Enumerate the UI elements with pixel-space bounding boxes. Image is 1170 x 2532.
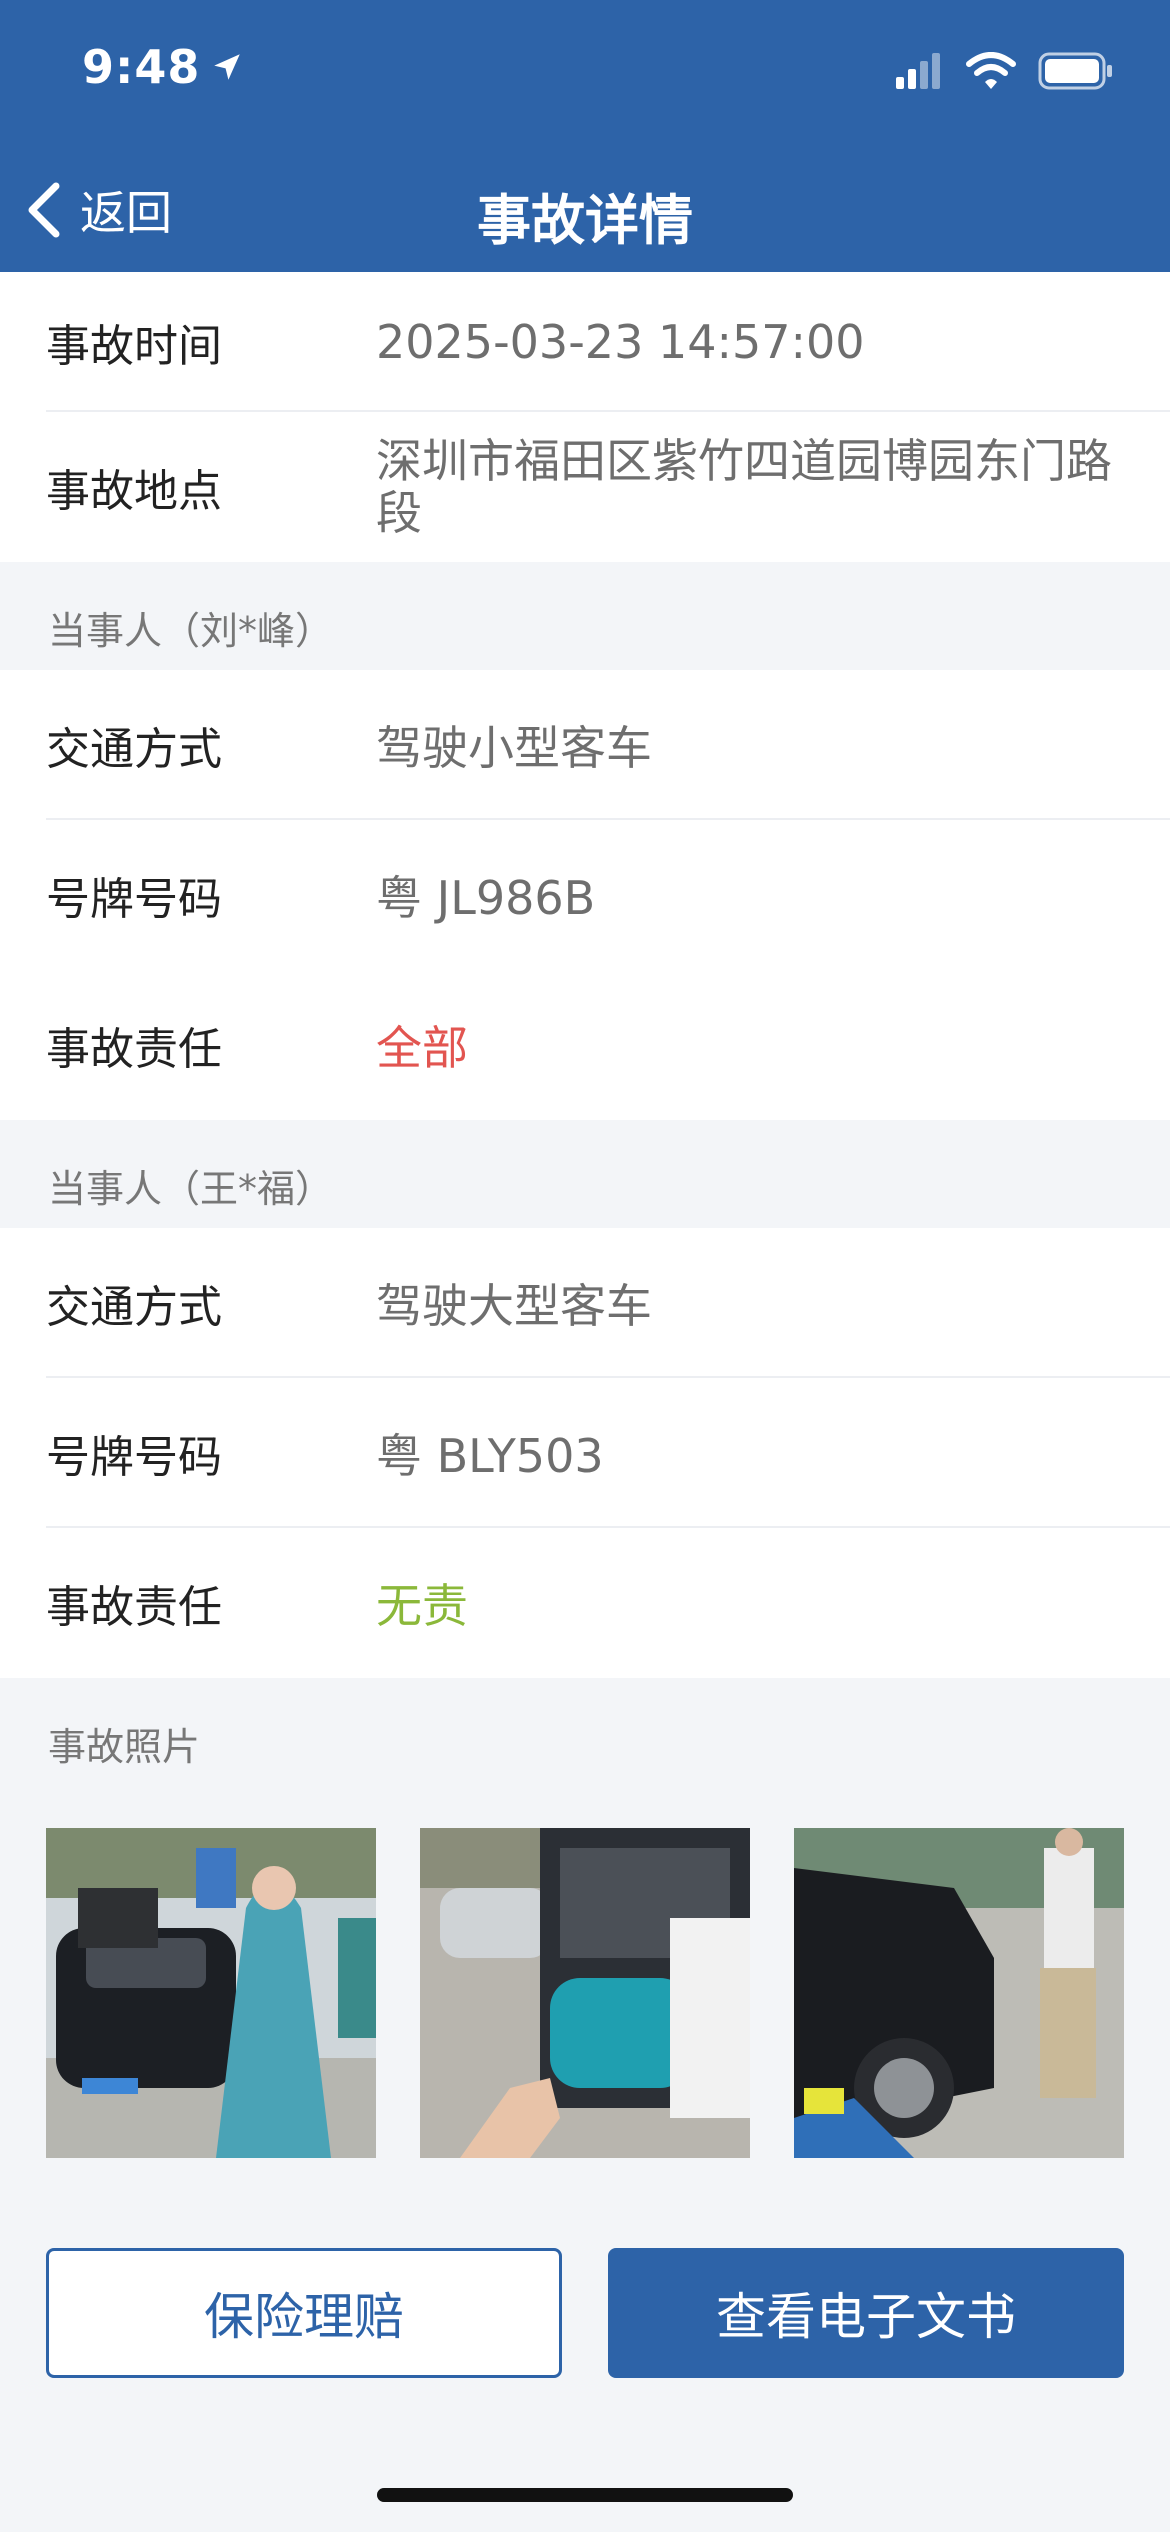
photo-teal-bus-image xyxy=(420,1828,750,2158)
party2-liability-row: 事故责任 无责 xyxy=(0,1528,1170,1678)
party2-transport-row: 交通方式 驾驶大型客车 xyxy=(0,1228,1170,1378)
transport-value: 驾驶大型客车 xyxy=(376,1279,652,1333)
accident-info-card: 事故时间 2025-03-23 14:57:00 事故地点 深圳市福田区紫竹四道… xyxy=(0,272,1170,562)
transport-value: 驾驶小型客车 xyxy=(376,721,652,775)
accident-photo-2[interactable] xyxy=(420,1828,750,2158)
accident-photo-3[interactable] xyxy=(794,1828,1124,2158)
liability-label: 事故责任 xyxy=(46,1024,222,1075)
party2-header: 当事人（王*福） xyxy=(48,1167,334,1211)
battery-icon xyxy=(1038,52,1112,90)
accident-time-row: 事故时间 2025-03-23 14:57:00 xyxy=(0,272,1170,412)
photos-title: 事故照片 xyxy=(48,1725,201,1769)
transport-label: 交通方式 xyxy=(46,1282,222,1333)
location-arrow-icon xyxy=(214,54,241,80)
photo-car-damage-image xyxy=(794,1828,1124,2158)
liability-value: 无责 xyxy=(376,1579,468,1633)
page-title: 事故详情 xyxy=(477,189,693,252)
plate-value: 粤 JL986B xyxy=(376,871,596,925)
accident-place-label: 事故地点 xyxy=(46,466,222,517)
party1-card: 交通方式 驾驶小型客车 号牌号码 粤 JL986B 事故责任 全部 xyxy=(0,670,1170,1120)
accident-place-value: 深圳市福田区紫竹四道园博园东门路段 xyxy=(376,434,1112,540)
photo-black-sedan-image xyxy=(46,1828,376,2158)
accident-time-label: 事故时间 xyxy=(46,321,222,372)
status-bar: 9:48 xyxy=(0,0,1170,150)
view-e-document-button[interactable]: 查看电子文书 xyxy=(608,2248,1124,2378)
plate-label: 号牌号码 xyxy=(46,874,222,925)
party2-card: 交通方式 驾驶大型客车 号牌号码 粤 BLY503 事故责任 无责 xyxy=(0,1228,1170,1678)
cellular-signal-icon xyxy=(896,53,940,89)
party1-header: 当事人（刘*峰） xyxy=(48,609,334,653)
party1-plate-row: 号牌号码 粤 JL986B xyxy=(0,820,1170,970)
party1-transport-row: 交通方式 驾驶小型客车 xyxy=(0,670,1170,820)
transport-label: 交通方式 xyxy=(46,724,222,775)
home-indicator[interactable] xyxy=(377,2488,793,2502)
plate-label: 号牌号码 xyxy=(46,1432,222,1483)
party2-plate-row: 号牌号码 粤 BLY503 xyxy=(0,1378,1170,1528)
accident-time-value: 2025-03-23 14:57:00 xyxy=(376,315,865,369)
accident-place-row: 事故地点 深圳市福田区紫竹四道园博园东门路段 xyxy=(0,412,1170,562)
insurance-claim-button[interactable]: 保险理赔 xyxy=(46,2248,562,2378)
status-icons xyxy=(894,52,1114,90)
liability-value: 全部 xyxy=(376,1021,468,1075)
status-time-text: 9:48 xyxy=(82,40,201,94)
nav-bar: 返回 事故详情 xyxy=(0,150,1170,272)
accident-photo-1[interactable] xyxy=(46,1828,376,2158)
wifi-icon xyxy=(966,52,1016,89)
liability-label: 事故责任 xyxy=(46,1582,222,1633)
status-time: 9:48 xyxy=(82,40,244,94)
plate-value: 粤 BLY503 xyxy=(376,1429,604,1483)
party1-liability-row: 事故责任 全部 xyxy=(0,970,1170,1120)
